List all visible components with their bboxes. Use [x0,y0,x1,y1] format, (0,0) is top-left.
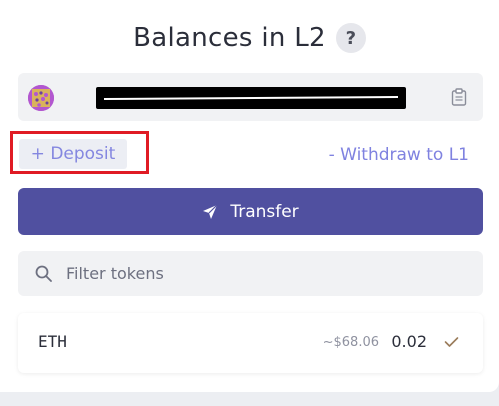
token-amount: 0.02 [391,332,427,351]
check-icon [444,337,459,347]
redacted-address [96,87,406,109]
search-icon [35,265,52,282]
avatar [28,85,54,111]
clipboard-icon[interactable] [451,88,467,106]
deposit-button[interactable]: + Deposit [19,139,127,169]
page-title: Balances in L2 [133,23,326,53]
header: Balances in L2 ? [0,18,499,58]
token-symbol: ETH [38,332,67,351]
help-icon[interactable]: ? [335,23,366,53]
filter-tokens-input[interactable] [66,251,466,296]
transfer-button[interactable]: Transfer [18,188,483,235]
token-row[interactable]: ETH ~$68.06 0.02 [18,313,483,373]
filter-box [18,251,483,296]
balances-panel: Balances in L2 ? + Deposit - Withdraw to… [0,0,499,392]
account-address-box [18,73,483,121]
token-usd-value: ~$68.06 [322,335,379,350]
send-icon [203,204,218,219]
identicon-avatar-icon [28,85,54,111]
withdraw-link[interactable]: - Withdraw to L1 [329,143,469,167]
transfer-label: Transfer [230,201,299,222]
